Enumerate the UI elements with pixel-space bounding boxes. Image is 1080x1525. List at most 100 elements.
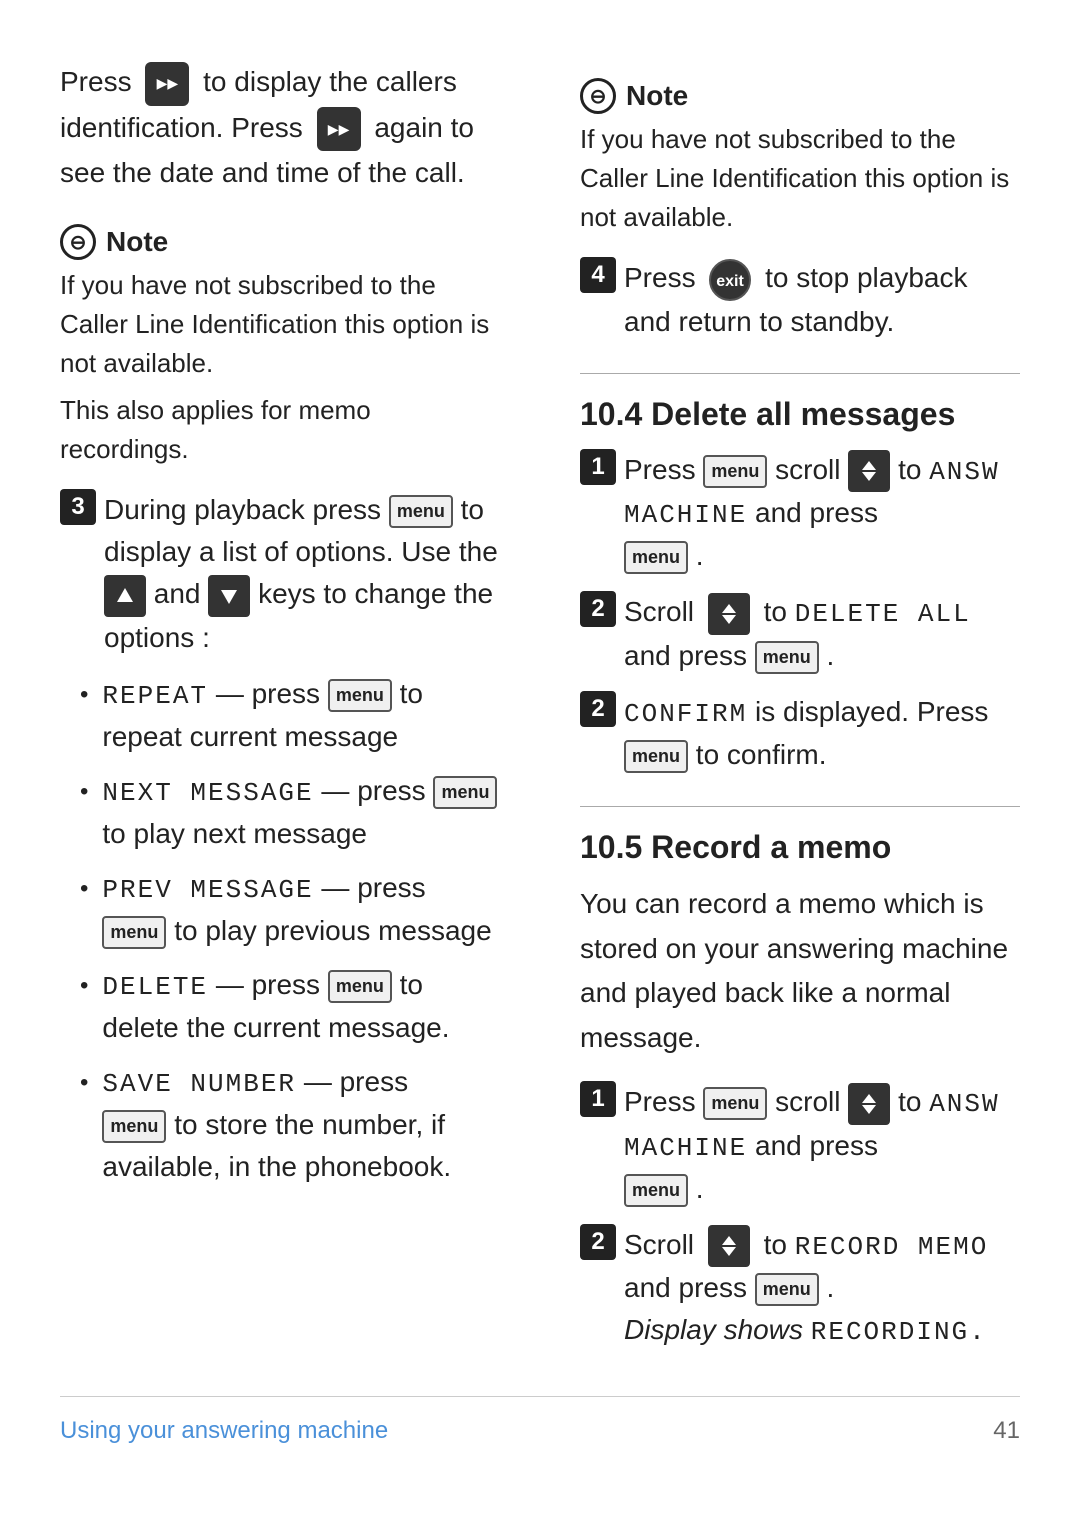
s104-and-press-2a: and press — [624, 640, 755, 671]
nav-down-icon — [208, 575, 250, 617]
section-105-intro: You can record a memo which is stored on… — [580, 882, 1020, 1061]
bullet-save: • SAVE NUMBER — press menu to store the … — [80, 1061, 500, 1188]
bullet-dot-1: • — [80, 677, 88, 713]
s105-dot-1: . — [696, 1173, 704, 1204]
s104-dot-1: . — [696, 540, 704, 571]
section-105: 10.5 Record a memo You can record a memo… — [580, 829, 1020, 1352]
s105-recording: RECORDING. — [811, 1317, 987, 1347]
s104-scroll-2a: Scroll — [624, 596, 694, 627]
prev-desc: to play previous message — [174, 915, 492, 946]
section-104-title: 10.4 Delete all messages — [580, 396, 1020, 433]
s104-step-1: 1 Press menu scroll to ANSW MACHINE — [580, 449, 1020, 578]
s105-step-2-num: 2 — [580, 1224, 616, 1260]
s104-step-2b-content: CONFIRM is displayed. Press menu to conf… — [624, 691, 1020, 776]
s104-menu-btn-1b: menu — [624, 541, 688, 574]
s105-to-1: to — [898, 1086, 929, 1117]
footer: Using your answering machine 41 — [60, 1396, 1020, 1445]
nav-up-icon — [104, 575, 146, 617]
s104-scroll-icon-1 — [848, 450, 890, 492]
note-2-body: If you have not subscribed to the Caller… — [580, 120, 1020, 237]
bullet-next: • NEXT MESSAGE — press menu to play next… — [80, 770, 500, 855]
section-105-title: 10.5 Record a memo — [580, 829, 1020, 866]
s105-press-1: Press — [624, 1086, 696, 1117]
s104-delete-all: DELETE ALL — [795, 599, 971, 629]
note-2-title: Note — [626, 80, 688, 112]
and-text: and — [154, 578, 209, 609]
bullet-repeat-text: REPEAT — press menu to repeat current me… — [102, 673, 500, 758]
s105-record-memo: RECORD MEMO — [795, 1232, 989, 1262]
section-104: 10.4 Delete all messages 1 Press menu sc… — [580, 396, 1020, 776]
s105-step-2-content: Scroll to RECORD MEMO and press menu . — [624, 1224, 1020, 1353]
footer-left: Using your answering machine — [60, 1417, 388, 1445]
divider-2 — [580, 806, 1020, 807]
note-2: ⊖ Note If you have not subscribed to the… — [580, 78, 1020, 237]
s105-scroll-icon-2 — [708, 1225, 750, 1267]
press-label: Press — [60, 66, 132, 97]
s104-step-2b-num: 2 — [580, 691, 616, 727]
dash-5: — press — [304, 1066, 408, 1097]
forward-icon — [145, 62, 189, 106]
s105-scroll-2: Scroll — [624, 1229, 694, 1260]
s105-display-shows: Display shows — [624, 1314, 803, 1345]
s104-scroll-1: scroll — [775, 454, 848, 485]
prev-code: PREV MESSAGE — [102, 875, 313, 905]
s105-and-press-1: and press — [755, 1130, 878, 1161]
s104-step-2a: 2 Scroll to DELETE ALL and press me — [580, 591, 1020, 677]
footer-right: 41 — [993, 1417, 1020, 1445]
step-4-press: Press — [624, 262, 696, 293]
dash-4: — press — [216, 969, 328, 1000]
step-4: 4 Press exit to stop playback and return… — [580, 257, 1020, 343]
s104-confirm: CONFIRM — [624, 699, 747, 729]
bullet-next-text: NEXT MESSAGE — press menu to play next m… — [102, 770, 497, 855]
next-code: NEXT MESSAGE — [102, 778, 313, 808]
s104-step-1-num: 1 — [580, 449, 616, 485]
dash-1: — press — [216, 678, 328, 709]
two-column-layout: Press to display the callers identificat… — [60, 60, 1020, 1396]
bullet-delete: • DELETE — press menu to delete the curr… — [80, 964, 500, 1049]
s104-step-1-content: Press menu scroll to ANSW MACHINE and pr… — [624, 449, 1020, 578]
svg-text:exit: exit — [717, 273, 745, 290]
note-1-body: If you have not subscribed to the Caller… — [60, 266, 500, 469]
s105-menu-btn-1b: menu — [624, 1174, 688, 1207]
repeat-code: REPEAT — [102, 681, 208, 711]
s104-and-press-1: and press — [755, 497, 878, 528]
step-3-content: During playback press menu to display a … — [104, 489, 500, 659]
step-4-num: 4 — [580, 257, 616, 293]
s104-step-2a-content: Scroll to DELETE ALL and press menu . — [624, 591, 1020, 677]
note-icon-2: ⊖ — [580, 78, 616, 114]
step-4-content: Press exit to stop playback and return t… — [624, 257, 1020, 343]
bullet-dot-3: • — [80, 871, 88, 907]
intro-section: Press to display the callers identificat… — [60, 60, 500, 196]
s105-to-2: to — [764, 1229, 795, 1260]
note-2-line-1: If you have not subscribed to the Caller… — [580, 120, 1020, 237]
dash-2: — press — [321, 775, 433, 806]
right-column: ⊖ Note If you have not subscribed to the… — [570, 60, 1020, 1396]
step-3-num: 3 — [60, 489, 96, 525]
menu-btn-next: menu — [433, 776, 497, 809]
s105-and-press-2: and press — [624, 1272, 755, 1303]
s104-dot-2a: . — [827, 640, 835, 671]
s105-scroll-icon-1 — [848, 1083, 890, 1125]
divider-1 — [580, 373, 1020, 374]
s104-step-2a-num: 2 — [580, 591, 616, 627]
s105-menu-btn-1: menu — [703, 1087, 767, 1120]
note-1-header: ⊖ Note — [60, 224, 500, 260]
s105-step-1-num: 1 — [580, 1081, 616, 1117]
s104-confirm-text: to confirm. — [696, 739, 827, 770]
s105-step-2: 2 Scroll to RECORD MEMO and press m — [580, 1224, 1020, 1353]
page: Press to display the callers identificat… — [0, 0, 1080, 1525]
menu-btn-prev: menu — [102, 916, 166, 949]
bullet-prev-text: PREV MESSAGE — press menu to play previo… — [102, 867, 491, 952]
s104-menu-btn-1: menu — [703, 455, 767, 488]
delete-code: DELETE — [102, 972, 208, 1002]
s104-menu-btn-2b: menu — [624, 740, 688, 773]
note-1: ⊖ Note If you have not subscribed to the… — [60, 224, 500, 469]
s104-press-1: Press — [624, 454, 696, 485]
note-icon-1: ⊖ — [60, 224, 96, 260]
menu-button-1: menu — [389, 495, 453, 528]
forward-icon-2 — [317, 107, 361, 151]
menu-btn-save: menu — [102, 1110, 166, 1143]
bullet-list: • REPEAT — press menu to repeat current … — [80, 673, 500, 1188]
bullet-save-text: SAVE NUMBER — press menu to store the nu… — [102, 1061, 500, 1188]
bullet-dot-4: • — [80, 968, 88, 1004]
